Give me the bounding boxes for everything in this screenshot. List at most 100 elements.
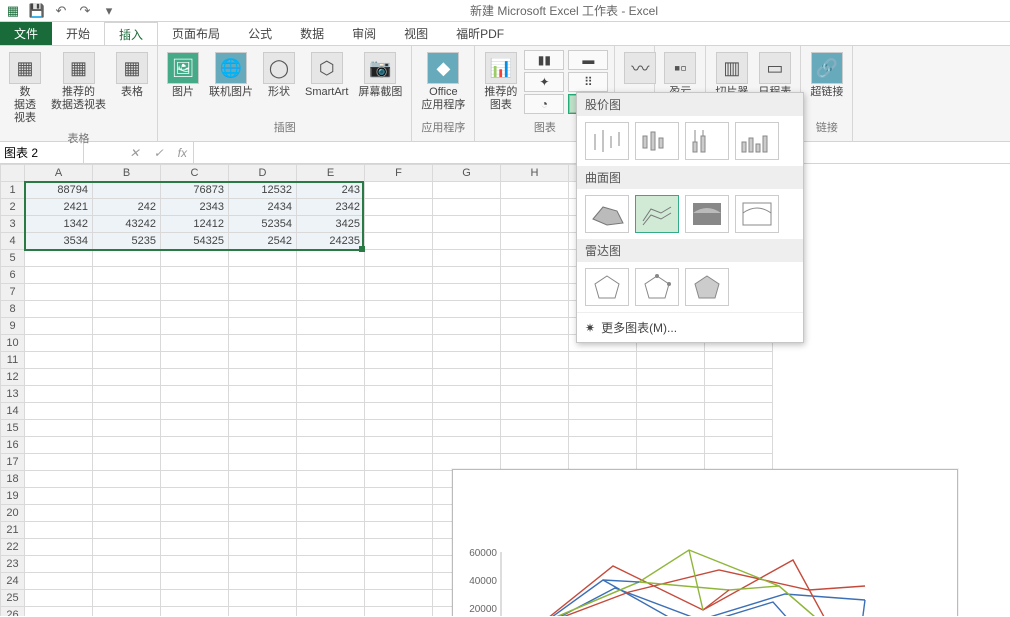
stock-chart-1[interactable]: [585, 122, 629, 160]
cell[interactable]: [705, 369, 773, 386]
cell[interactable]: [637, 454, 705, 471]
cell[interactable]: [365, 505, 433, 522]
cell[interactable]: [569, 420, 637, 437]
cell[interactable]: [433, 284, 501, 301]
cell[interactable]: 88794: [25, 182, 93, 199]
cell[interactable]: [433, 250, 501, 267]
cell[interactable]: [433, 233, 501, 250]
cell[interactable]: [501, 284, 569, 301]
row-header[interactable]: 1: [1, 182, 25, 199]
row-header[interactable]: 21: [1, 522, 25, 539]
smartart-button[interactable]: ⬡SmartArt: [302, 50, 351, 101]
cell[interactable]: [365, 420, 433, 437]
cell[interactable]: [161, 301, 229, 318]
cell[interactable]: [161, 267, 229, 284]
cell[interactable]: [93, 573, 161, 590]
cell[interactable]: [25, 335, 93, 352]
cell[interactable]: 52354: [229, 216, 297, 233]
cell[interactable]: [229, 420, 297, 437]
cell[interactable]: [433, 267, 501, 284]
cell[interactable]: [93, 505, 161, 522]
cell[interactable]: [25, 437, 93, 454]
cell[interactable]: [569, 437, 637, 454]
cell[interactable]: [365, 556, 433, 573]
popover-more-charts[interactable]: ✷ 更多图表(M)...: [577, 312, 803, 342]
cell[interactable]: [25, 369, 93, 386]
customize-qat-icon[interactable]: ▾: [100, 2, 118, 20]
cell[interactable]: [25, 505, 93, 522]
cell[interactable]: [365, 284, 433, 301]
cell[interactable]: [161, 420, 229, 437]
cell[interactable]: [161, 352, 229, 369]
cell[interactable]: [365, 250, 433, 267]
cell[interactable]: [501, 403, 569, 420]
row-header[interactable]: 20: [1, 505, 25, 522]
cell[interactable]: [25, 539, 93, 556]
cell[interactable]: [569, 403, 637, 420]
row-header[interactable]: 26: [1, 607, 25, 617]
office-apps-button[interactable]: ◆Office 应用程序: [418, 50, 468, 114]
cell[interactable]: [93, 403, 161, 420]
cell[interactable]: 12532: [229, 182, 297, 199]
cell[interactable]: [637, 403, 705, 420]
cell[interactable]: [93, 267, 161, 284]
cell[interactable]: [25, 250, 93, 267]
cell[interactable]: [365, 233, 433, 250]
cell[interactable]: [161, 335, 229, 352]
cell[interactable]: [161, 250, 229, 267]
cell[interactable]: [25, 488, 93, 505]
cell[interactable]: [365, 437, 433, 454]
cell[interactable]: [297, 352, 365, 369]
row-header[interactable]: 3: [1, 216, 25, 233]
cell[interactable]: [365, 607, 433, 617]
cell[interactable]: [25, 522, 93, 539]
cell[interactable]: [705, 437, 773, 454]
cell[interactable]: [637, 437, 705, 454]
row-header[interactable]: 4: [1, 233, 25, 250]
cell[interactable]: [501, 301, 569, 318]
cell[interactable]: [365, 471, 433, 488]
cell[interactable]: [161, 471, 229, 488]
cell[interactable]: [229, 403, 297, 420]
cell[interactable]: [501, 216, 569, 233]
tab-home[interactable]: 开始: [52, 22, 104, 45]
cell[interactable]: [93, 590, 161, 607]
cell[interactable]: [297, 369, 365, 386]
pie-chart-button[interactable]: ◔: [524, 94, 564, 114]
cell[interactable]: [93, 556, 161, 573]
cell[interactable]: 2434: [229, 199, 297, 216]
cell[interactable]: [297, 454, 365, 471]
cell[interactable]: [93, 471, 161, 488]
cell[interactable]: [365, 352, 433, 369]
cell[interactable]: [297, 301, 365, 318]
cell[interactable]: [433, 420, 501, 437]
save-icon[interactable]: 💾: [28, 2, 46, 20]
row-header[interactable]: 11: [1, 352, 25, 369]
stock-chart-3[interactable]: [685, 122, 729, 160]
stock-chart-2[interactable]: [635, 122, 679, 160]
cell[interactable]: [229, 284, 297, 301]
cell[interactable]: 2343: [161, 199, 229, 216]
cell[interactable]: [93, 318, 161, 335]
cell[interactable]: [25, 607, 93, 617]
tab-review[interactable]: 审阅: [338, 22, 390, 45]
surface-contour[interactable]: [685, 195, 729, 233]
scatter-chart-button[interactable]: ⠿: [568, 72, 608, 92]
cell[interactable]: 12412: [161, 216, 229, 233]
cell[interactable]: [433, 216, 501, 233]
cell[interactable]: [365, 199, 433, 216]
pictures-button[interactable]: 🖼图片: [164, 50, 202, 101]
cell[interactable]: [705, 386, 773, 403]
cell[interactable]: [161, 607, 229, 617]
cell[interactable]: 5235: [93, 233, 161, 250]
cell[interactable]: 3425: [297, 216, 365, 233]
column-chart-button[interactable]: ▮▮: [524, 50, 564, 70]
cell[interactable]: [501, 318, 569, 335]
row-header[interactable]: 8: [1, 301, 25, 318]
cell[interactable]: [25, 420, 93, 437]
row-header[interactable]: 14: [1, 403, 25, 420]
recommended-charts-button[interactable]: 📊推荐的 图表: [481, 50, 520, 114]
cell[interactable]: [365, 488, 433, 505]
cell[interactable]: [297, 318, 365, 335]
surface-wireframe-3d[interactable]: [635, 195, 679, 233]
